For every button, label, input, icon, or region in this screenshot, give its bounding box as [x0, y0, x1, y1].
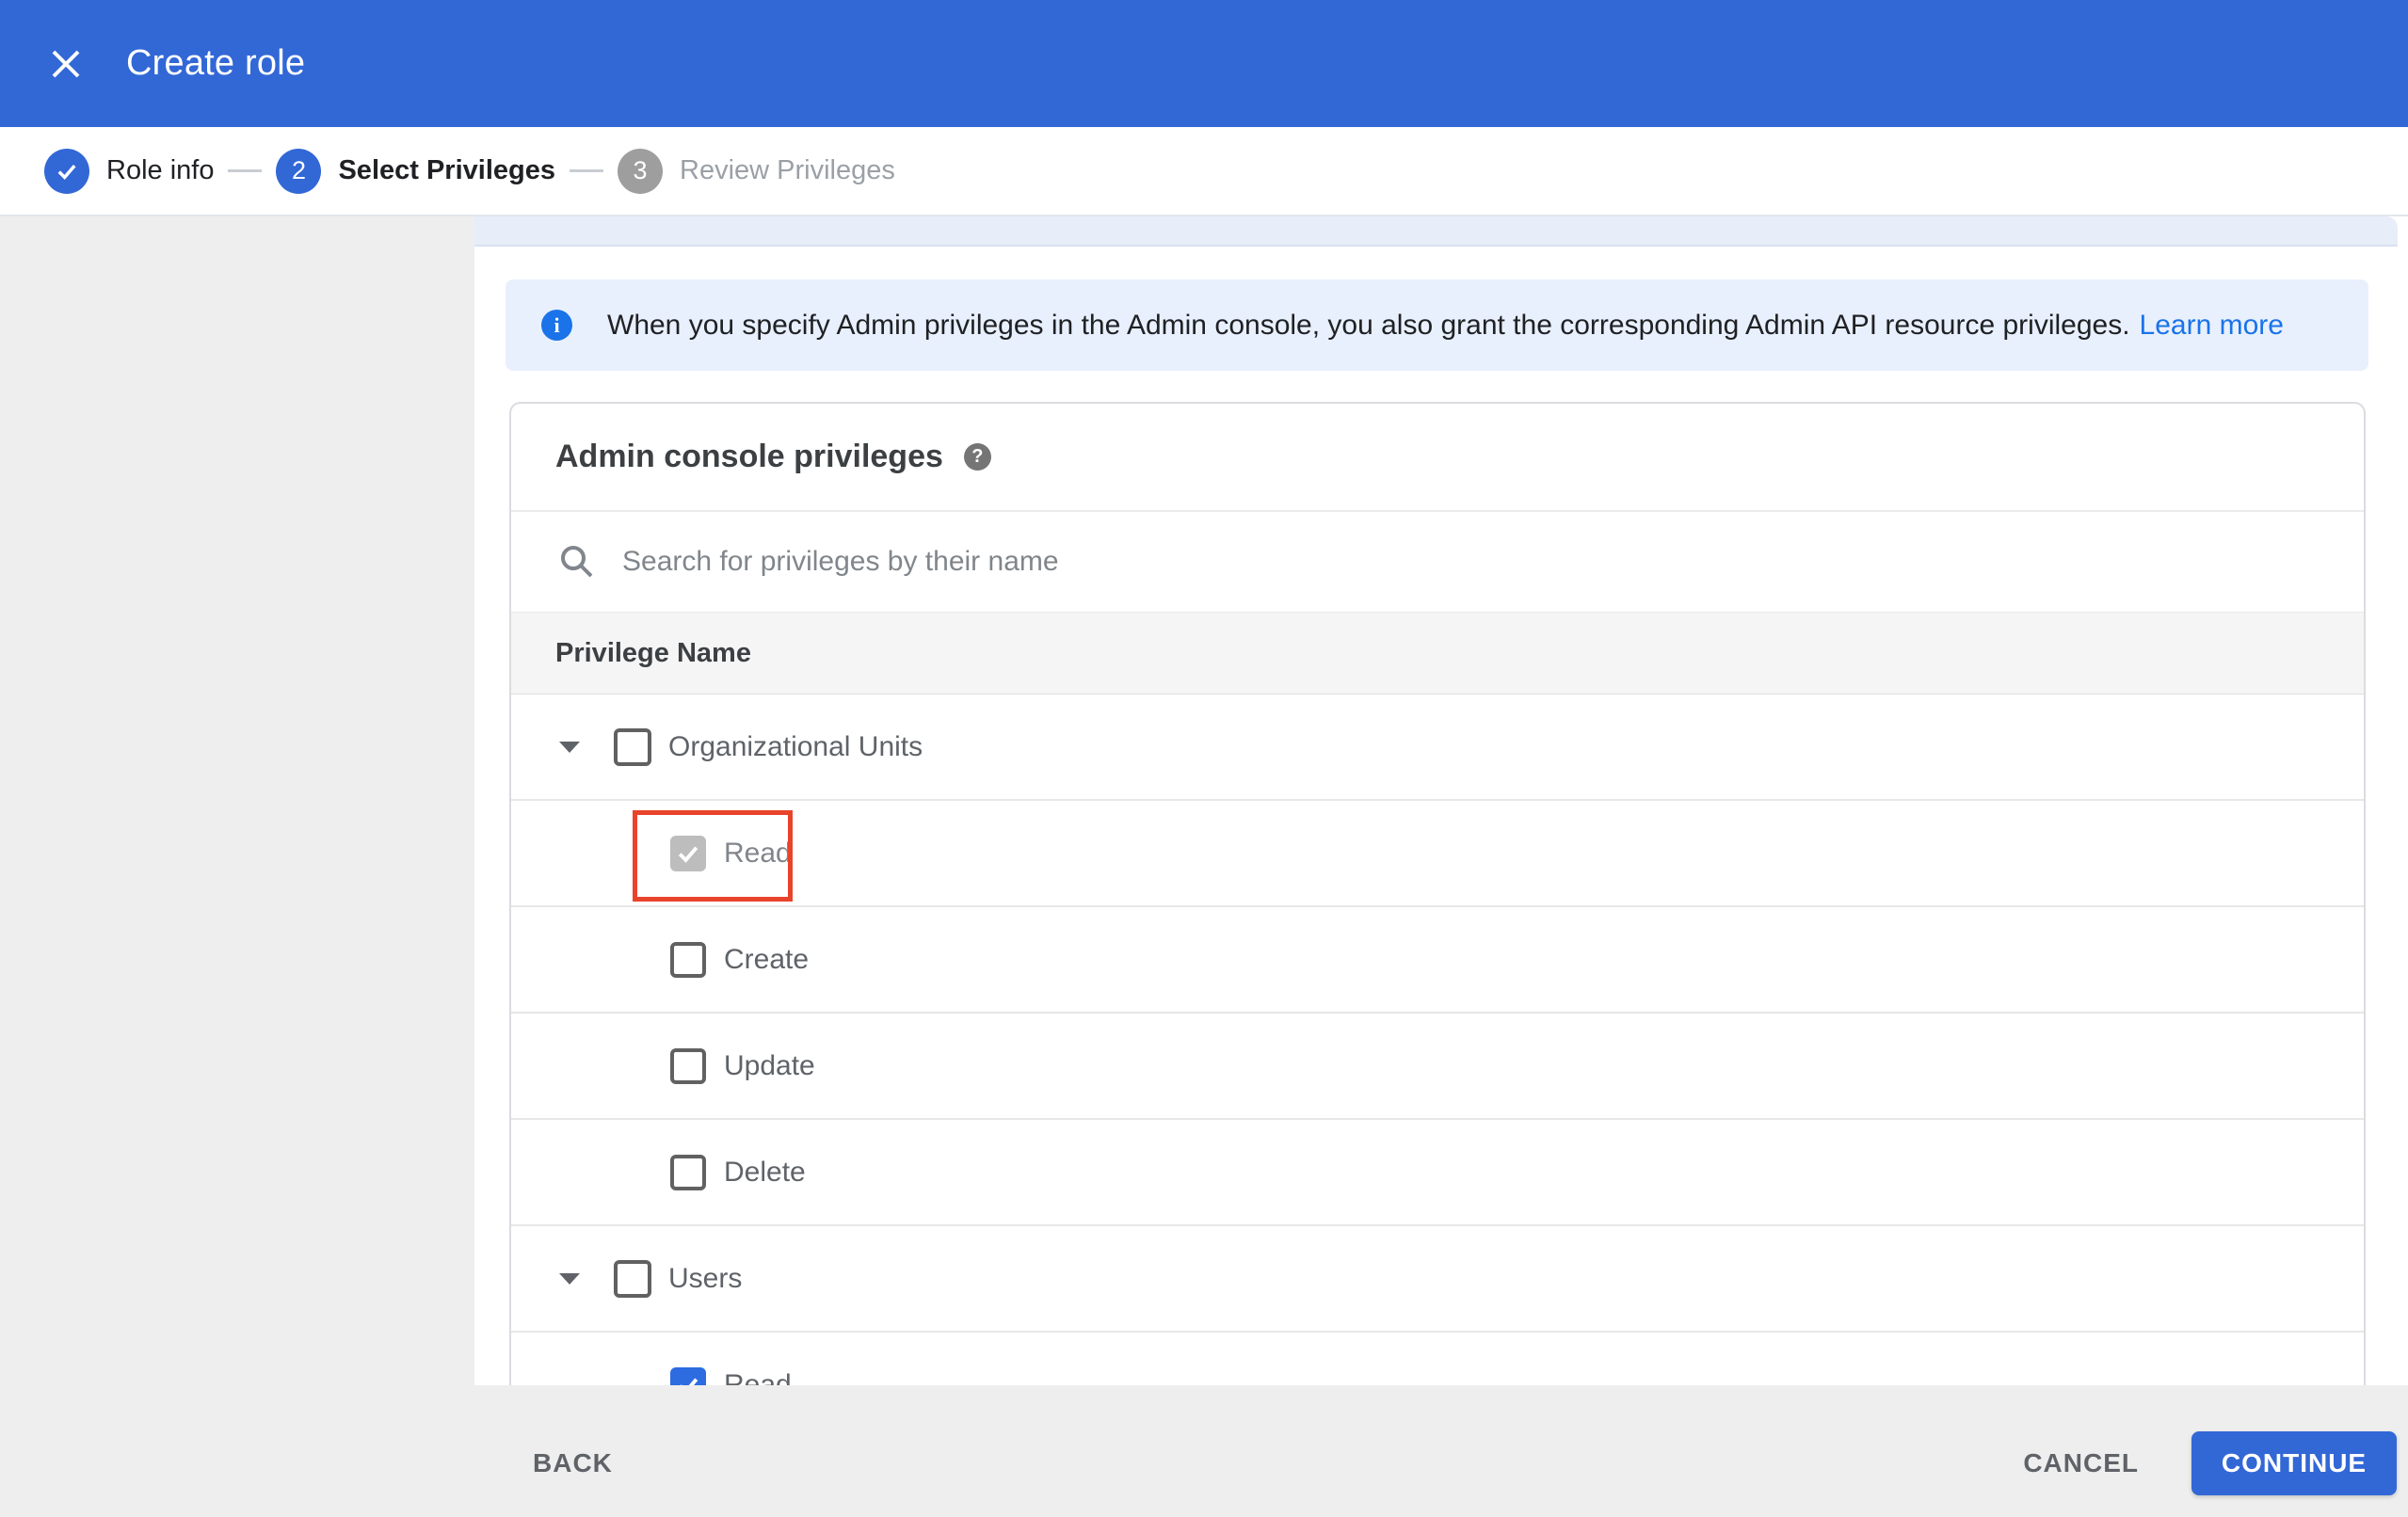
back-button[interactable]: BACK [533, 1448, 613, 1478]
card-title: Admin console privileges [555, 439, 943, 474]
step-number: 2 [276, 148, 322, 194]
banner-text: When you specify Admin privileges in the… [607, 309, 2130, 341]
search-row [511, 510, 2364, 612]
step-select-privileges[interactable]: 2 Select Privileges [276, 148, 555, 194]
step-label: Role info [106, 155, 215, 185]
privilege-label: Organizational Units [668, 730, 923, 762]
step-check-icon [44, 148, 89, 194]
privilege-label: Delete [724, 1156, 806, 1188]
privilege-row: Read [511, 1333, 2364, 1385]
privilege-row: Update [511, 1014, 2364, 1120]
create-role-dialog: Create role Role info 2 Select Privilege… [0, 0, 2408, 1517]
step-review-privileges[interactable]: 3 Review Privileges [618, 148, 895, 194]
footer-bar: BACK CANCEL CONTINUE [0, 1385, 2408, 1517]
privilege-tree: Organizational Units Read Create Update Dele… [511, 695, 2364, 1385]
close-icon[interactable] [45, 43, 87, 85]
help-icon[interactable]: ? [963, 443, 991, 471]
privilege-label: Users [668, 1262, 743, 1294]
privilege-row: Organizational Units [511, 695, 2364, 801]
privilege-label: Create [724, 943, 810, 975]
expand-arrow-icon[interactable] [559, 1272, 580, 1285]
checkbox-read[interactable] [670, 1366, 706, 1385]
search-icon [561, 546, 593, 578]
checkbox-users[interactable] [614, 1259, 651, 1298]
step-number: 3 [618, 148, 663, 194]
privilege-row: Create [511, 907, 2364, 1014]
learn-more-link[interactable]: Learn more [2140, 310, 2284, 342]
checkbox-update[interactable] [670, 1047, 706, 1084]
privilege-label: Read [724, 1368, 792, 1386]
step-role-info[interactable]: Role info [44, 148, 215, 194]
search-input[interactable] [620, 545, 2036, 579]
checkbox-create[interactable] [670, 941, 706, 978]
checkbox-delete[interactable] [670, 1154, 706, 1190]
privilege-label: Update [724, 1049, 815, 1081]
cancel-button[interactable]: CANCEL [2023, 1448, 2139, 1478]
info-icon: i [541, 310, 572, 341]
page-title: Create role [126, 43, 306, 83]
table-header-row: Privilege Name [511, 612, 2364, 695]
info-banner: i When you specify Admin privileges in t… [506, 279, 2368, 371]
left-gutter-panel [0, 216, 474, 1385]
table-header-label: Privilege Name [555, 637, 751, 668]
expand-arrow-icon[interactable] [559, 741, 580, 753]
privilege-row: Delete [511, 1120, 2364, 1226]
content-top-band [474, 216, 2398, 247]
app-bar: Create role [0, 0, 2408, 127]
step-label: Select Privileges [338, 155, 555, 185]
card-title-row: Admin console privileges ? [511, 404, 2364, 510]
privilege-row: Users [511, 1226, 2364, 1333]
stepper: Role info 2 Select Privileges 3 Review P… [0, 127, 2408, 216]
step-separator [228, 169, 263, 172]
checkbox-organizational-units[interactable] [614, 727, 651, 766]
step-label: Review Privileges [680, 155, 895, 185]
step-separator [570, 169, 603, 172]
highlight-box [633, 810, 793, 902]
continue-button[interactable]: CONTINUE [2191, 1431, 2397, 1495]
